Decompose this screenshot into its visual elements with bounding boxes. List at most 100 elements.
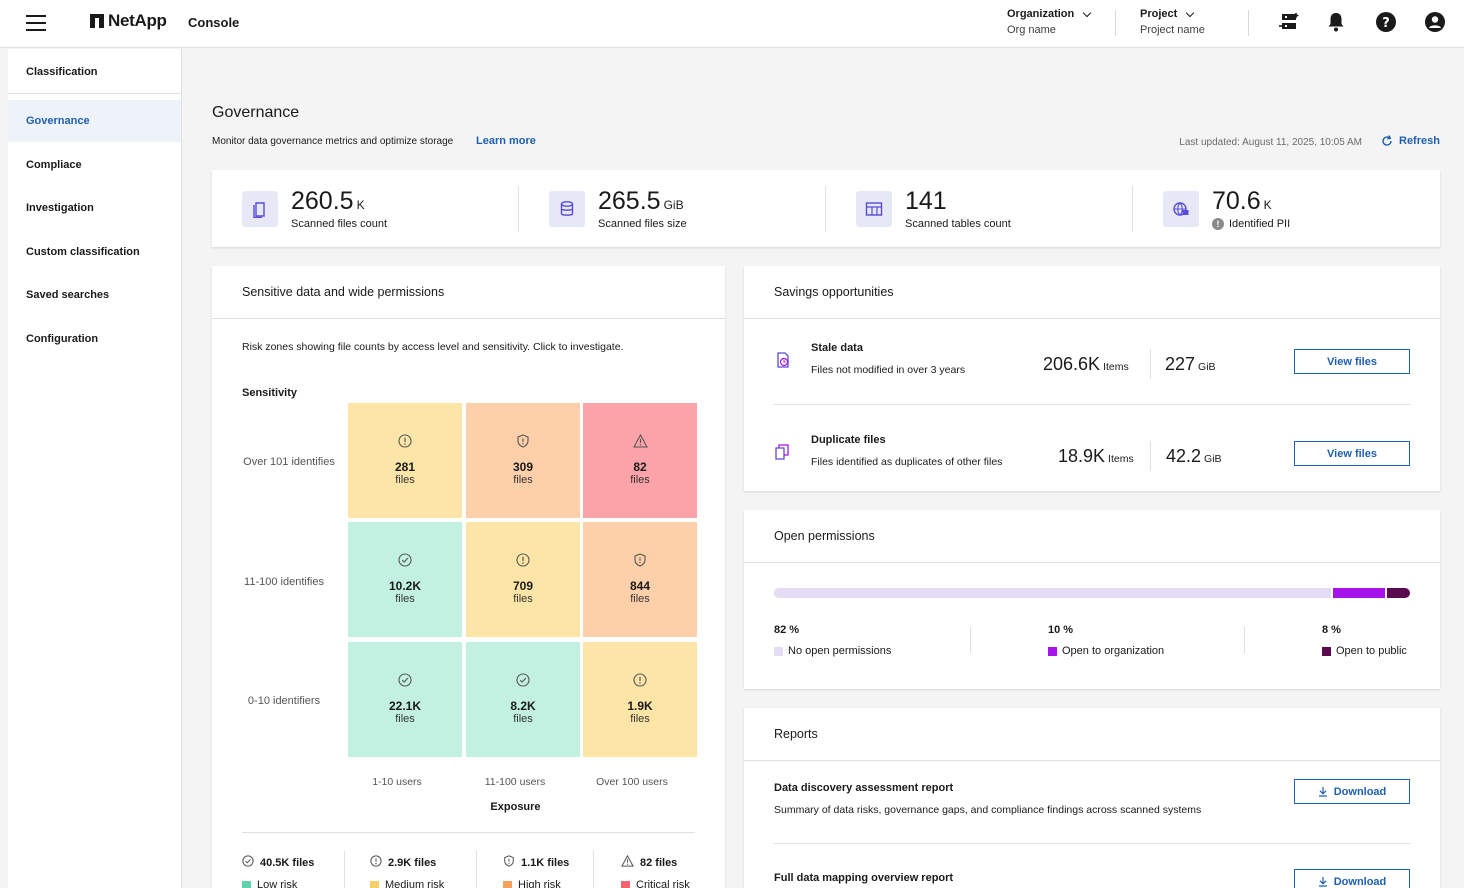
sidebar-item-configuration[interactable]: Configuration	[8, 318, 181, 360]
cell-unit: files	[630, 474, 650, 486]
page-subtitle: Monitor data governance metrics and opti…	[212, 136, 454, 147]
card-title: Savings opportunities	[774, 285, 894, 299]
view-files-button[interactable]: View files	[1294, 441, 1410, 466]
cell-value: 82	[633, 460, 647, 474]
info-circle-icon	[370, 855, 382, 870]
risk-cell[interactable]: 1.9K files	[583, 642, 697, 757]
divider	[1248, 10, 1249, 36]
divider	[1150, 349, 1151, 379]
savings-size: 227	[1165, 354, 1196, 374]
column-label: Over 100 users	[596, 776, 668, 788]
bell-icon[interactable]	[1325, 11, 1347, 33]
files-icon	[242, 191, 278, 227]
divider	[1150, 441, 1151, 471]
risk-cell[interactable]: 309 files	[466, 403, 580, 518]
cell-unit: files	[630, 713, 650, 725]
check-circle-icon	[516, 673, 530, 692]
cell-value: 309	[512, 460, 534, 474]
cell-value: 1.9K	[627, 699, 653, 713]
sidebar-item-investigation[interactable]: Investigation	[8, 187, 181, 229]
stat-label: Identified PII	[1229, 218, 1291, 230]
savings-item-description: Files not modified in over 3 years	[811, 364, 966, 376]
risk-cell[interactable]: 8.2K files	[466, 642, 580, 757]
divider	[1115, 10, 1116, 36]
divider	[212, 318, 725, 319]
legend-swatch	[370, 880, 379, 888]
download-label: Download	[1333, 785, 1387, 798]
legend-item-low: 40.5K files Low risk	[242, 855, 314, 888]
brand-name: NetApp	[108, 11, 167, 30]
legend-count: 40.5K files	[260, 856, 315, 869]
sidebar-item-governance[interactable]: Governance	[8, 100, 181, 142]
stats-summary: 260.5 K Scanned files count 265.5 GiB Scan…	[212, 170, 1440, 247]
refresh-button[interactable]: Refresh	[1381, 135, 1440, 147]
risk-cell[interactable]: 22.1K files	[348, 642, 462, 757]
cell-value: 22.1K	[388, 699, 422, 713]
divider	[744, 760, 1440, 761]
risk-cell[interactable]: 709 files	[466, 522, 580, 637]
risk-cell[interactable]: 844 files	[583, 522, 697, 637]
risk-cell[interactable]: 10.2K files	[348, 522, 462, 637]
refresh-icon	[1382, 135, 1392, 146]
sensitivity-axis-label: Sensitivity	[242, 387, 298, 399]
legend-swatch	[242, 880, 251, 888]
learn-more-link[interactable]: Learn more	[476, 135, 536, 147]
legend-label: High risk	[518, 879, 561, 888]
svg-text:?: ?	[1382, 16, 1390, 31]
legend-swatch	[503, 880, 512, 888]
download-label: Download	[1333, 875, 1387, 888]
savings-item-duplicate-files: Duplicate files Files identified as dupl…	[774, 429, 1410, 515]
table-icon	[856, 191, 892, 227]
cell-unit: files	[513, 474, 533, 486]
organization-selector[interactable]: Organization Org name	[1007, 8, 1092, 36]
savings-count-unit: Items	[1103, 361, 1129, 373]
netapp-logo-mark	[90, 14, 104, 28]
open-permissions-card: Open permissions 82 % No open permission…	[744, 510, 1440, 689]
sensitive-data-card: Sensitive data and wide permissions Risk…	[212, 266, 725, 888]
project-selector[interactable]: Project Project name	[1140, 8, 1205, 36]
download-icon	[1318, 877, 1327, 887]
exposure-axis-label: Exposure	[490, 801, 541, 813]
user-account-icon[interactable]	[1424, 11, 1446, 33]
project-value: Project name	[1140, 24, 1205, 36]
legend-swatch	[774, 646, 783, 656]
view-files-button[interactable]: View files	[1294, 349, 1410, 374]
cell-unit: files	[395, 713, 415, 725]
row-label: 11-100 identifies	[244, 576, 324, 588]
legend-count: 82 files	[640, 856, 678, 869]
permission-percent: 10 %	[1048, 624, 1074, 636]
product-name: Console	[188, 15, 240, 30]
sidebar-item-classification[interactable]: Classification	[8, 51, 181, 93]
savings-size-unit: GiB	[1204, 453, 1222, 465]
cell-unit: files	[513, 593, 533, 605]
check-circle-icon	[398, 673, 412, 692]
download-button[interactable]: Download	[1294, 779, 1410, 804]
divider	[970, 627, 971, 653]
sidebar-divider	[8, 93, 181, 94]
download-button[interactable]: Download	[1294, 869, 1410, 888]
netapp-logo[interactable]: NetApp	[90, 11, 167, 31]
savings-item-description: Files identified as duplicates of other …	[811, 456, 1003, 468]
page-title: Governance	[212, 104, 300, 121]
cell-unit: files	[630, 593, 650, 605]
permission-label: No open permissions	[788, 645, 892, 657]
help-icon[interactable]: ?	[1375, 11, 1397, 33]
legend-swatch	[1048, 646, 1057, 656]
cell-value: 8.2K	[510, 699, 536, 713]
stat-value: 70.6	[1212, 187, 1261, 215]
savings-size-unit: GiB	[1198, 361, 1216, 373]
connectors-icon[interactable]	[1279, 11, 1301, 33]
stat-label: Scanned files size	[598, 218, 687, 230]
risk-cell[interactable]: 82 files	[583, 403, 697, 518]
risk-cell[interactable]: 281 files	[348, 403, 462, 518]
sidebar-item-compliance[interactable]: Compliace	[8, 144, 181, 186]
legend-label: Critical risk	[636, 879, 690, 888]
chevron-down-icon	[1082, 8, 1092, 17]
hamburger-menu-icon[interactable]	[26, 15, 46, 31]
sidebar-item-saved-searches[interactable]: Saved searches	[8, 274, 181, 316]
chevron-down-icon	[1186, 8, 1195, 17]
info-icon[interactable]: !	[1212, 218, 1224, 230]
column-label: 1-10 users	[372, 776, 422, 788]
cell-unit: files	[395, 593, 415, 605]
sidebar-item-custom-classification[interactable]: Custom classification	[8, 231, 181, 273]
